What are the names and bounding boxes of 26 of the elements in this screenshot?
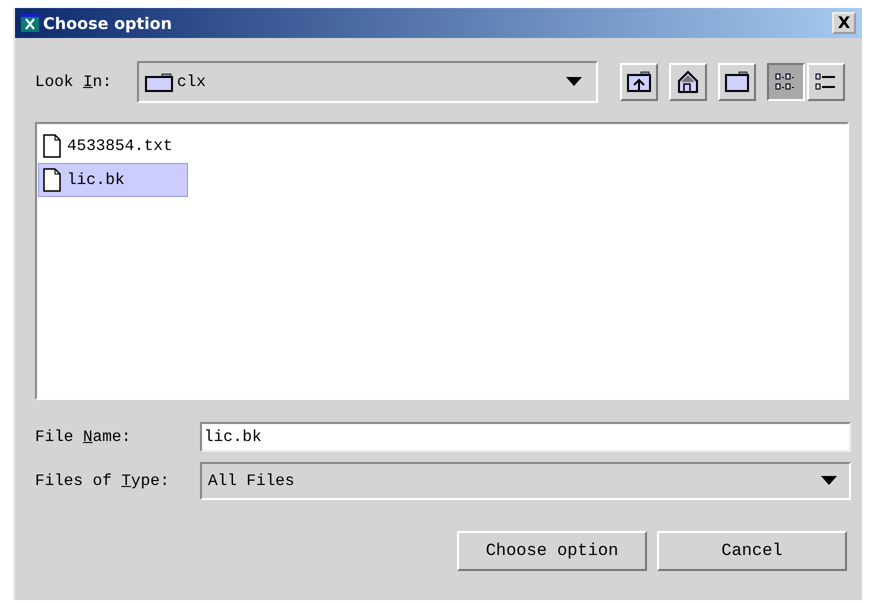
home-button[interactable] [669, 63, 707, 101]
folder-icon [145, 72, 173, 92]
file-name-label: File Name: [35, 428, 132, 446]
home-icon [677, 70, 699, 94]
list-button[interactable] [767, 63, 805, 101]
caret-icon [821, 476, 837, 486]
file-type-label: Files of Type: [35, 472, 170, 490]
folder-icon [724, 71, 750, 93]
caret-icon [566, 77, 582, 87]
details-button[interactable] [807, 63, 845, 101]
folder-up-icon [626, 71, 652, 93]
look-in-dropdown[interactable]: clx [137, 61, 598, 103]
file-name-field[interactable]: lic.bk [200, 422, 851, 452]
close-button[interactable]: X [832, 12, 856, 34]
file-item[interactable]: lic.bk [38, 163, 188, 197]
cancel-button[interactable]: Cancel [657, 531, 847, 571]
document-icon [43, 168, 61, 192]
new-folder-button[interactable] [718, 63, 756, 101]
document-icon [43, 134, 61, 158]
up-button[interactable] [620, 63, 658, 101]
file-item[interactable]: 4533854.txt [38, 129, 188, 163]
window-title: Choose option [43, 14, 174, 32]
app-icon [21, 14, 39, 32]
look-in-label: Look In: [35, 73, 113, 91]
file-type-dropdown[interactable]: All Files [200, 462, 851, 500]
choose-button[interactable]: Choose option [457, 531, 647, 571]
